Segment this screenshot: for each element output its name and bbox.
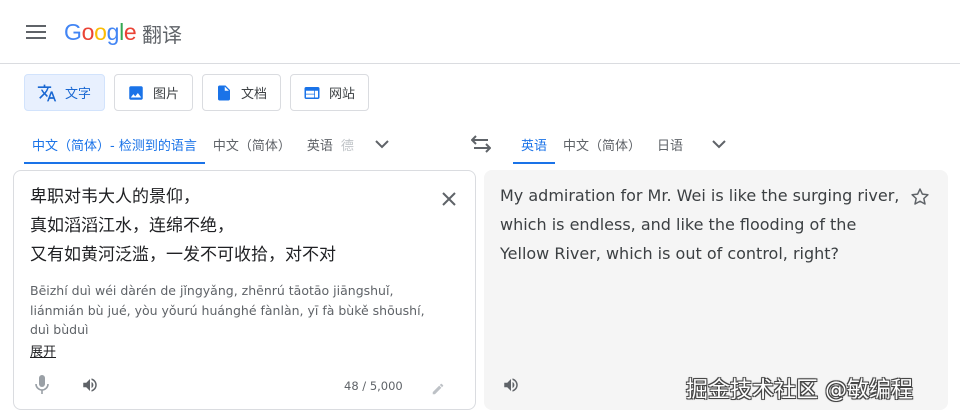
source-romanization: Bēizhí duì wéi dàrén de jǐngyǎng, zhēnrú…: [30, 281, 450, 340]
voice-input-button[interactable]: [30, 373, 54, 397]
target-language-dropdown[interactable]: [701, 126, 737, 162]
app-header: Google 翻译: [0, 0, 960, 64]
expand-romanization-link[interactable]: 展开: [30, 341, 56, 360]
speaker-icon: [504, 378, 518, 392]
source-text-line: 真如滔滔江水，连绵不绝，: [30, 216, 234, 236]
tab-source-faded: 德: [340, 138, 354, 154]
translation-line: which is endless, and like the flooding …: [500, 215, 857, 234]
watermark-text: 掘金技术社区 @敏编程: [686, 378, 913, 403]
product-name: 翻译: [142, 23, 182, 47]
speaker-icon: [83, 378, 97, 392]
source-text-line: 卑职对韦大人的景仰，: [30, 187, 200, 207]
translation-line: Yellow River, which is out of control, r…: [500, 244, 840, 263]
mode-website-label: 网站: [329, 87, 356, 102]
tab-source-english[interactable]: 英语: [299, 124, 341, 164]
mode-website-button[interactable]: 网站: [290, 74, 370, 111]
mode-image-button[interactable]: 图片: [114, 74, 194, 111]
source-language-dropdown[interactable]: [364, 126, 400, 162]
handwriting-button[interactable]: [428, 379, 448, 399]
romanization-line: Bēizhí duì wéi dàrén de jǐngyǎng, zhēnrú…: [30, 283, 394, 298]
source-language-bar: 中文（简体）- 检测到的语言 中文（简体） 英语 德: [24, 124, 464, 164]
target-language-bar: 英语 中文（简体） 日语: [513, 124, 943, 164]
listen-source-button[interactable]: [78, 373, 102, 397]
mode-document-label: 文档: [241, 87, 268, 102]
swap-languages-button[interactable]: [464, 128, 498, 160]
mode-text-button[interactable]: 文字: [24, 74, 106, 111]
chevron-down-icon: [712, 139, 726, 148]
save-translation-button[interactable]: [906, 183, 934, 211]
microphone-icon: [35, 375, 49, 394]
close-icon: [442, 192, 456, 206]
romanization-line: liánmián bù jué, yòu yǒurú huánghé fànlà…: [30, 302, 425, 318]
translation-text: My admiration for Mr. Wei is like the su…: [500, 181, 900, 268]
mode-selector: 文字 图片 文档 网站: [24, 74, 370, 111]
swap-arrows-icon: [471, 135, 491, 153]
source-text-panel: 卑职对韦大人的景仰， 真如滔滔江水，连绵不绝， 又有如黄河泛滥，一发不可收拾，对…: [13, 170, 476, 410]
translate-icon: [37, 84, 57, 101]
document-icon: [218, 85, 231, 100]
romanization-line: duì bùduì: [30, 322, 89, 337]
source-text-line: 又有如黄河泛滥，一发不可收拾，对不对: [30, 245, 336, 265]
tab-source-detected[interactable]: 中文（简体）- 检测到的语言: [24, 124, 205, 164]
main-menu-button[interactable]: [21, 17, 51, 47]
source-text-input[interactable]: 卑职对韦大人的景仰， 真如滔滔江水，连绵不绝， 又有如黄河泛滥，一发不可收拾，对…: [30, 183, 430, 270]
chevron-down-icon: [375, 139, 389, 148]
hamburger-menu-icon: [26, 25, 46, 39]
google-logo[interactable]: Google: [64, 15, 137, 49]
pencil-icon: [432, 383, 444, 395]
mode-document-button[interactable]: 文档: [202, 74, 282, 111]
translation-line: My admiration for Mr. Wei is like the su…: [500, 186, 900, 205]
character-count: 48 / 5,000: [344, 379, 403, 393]
image-icon: [129, 85, 143, 100]
mode-image-label: 图片: [153, 87, 180, 102]
website-icon: [304, 86, 320, 99]
tab-source-chinese-simplified[interactable]: 中文（简体）: [205, 124, 299, 164]
mode-text-label: 文字: [65, 87, 92, 102]
tab-target-chinese-simplified[interactable]: 中文（简体）: [555, 124, 649, 164]
clear-source-button[interactable]: [434, 184, 464, 214]
tab-target-japanese[interactable]: 日语: [649, 124, 691, 164]
listen-translation-button[interactable]: [498, 372, 524, 398]
tab-target-english[interactable]: 英语: [513, 124, 556, 164]
star-icon: [911, 188, 929, 205]
